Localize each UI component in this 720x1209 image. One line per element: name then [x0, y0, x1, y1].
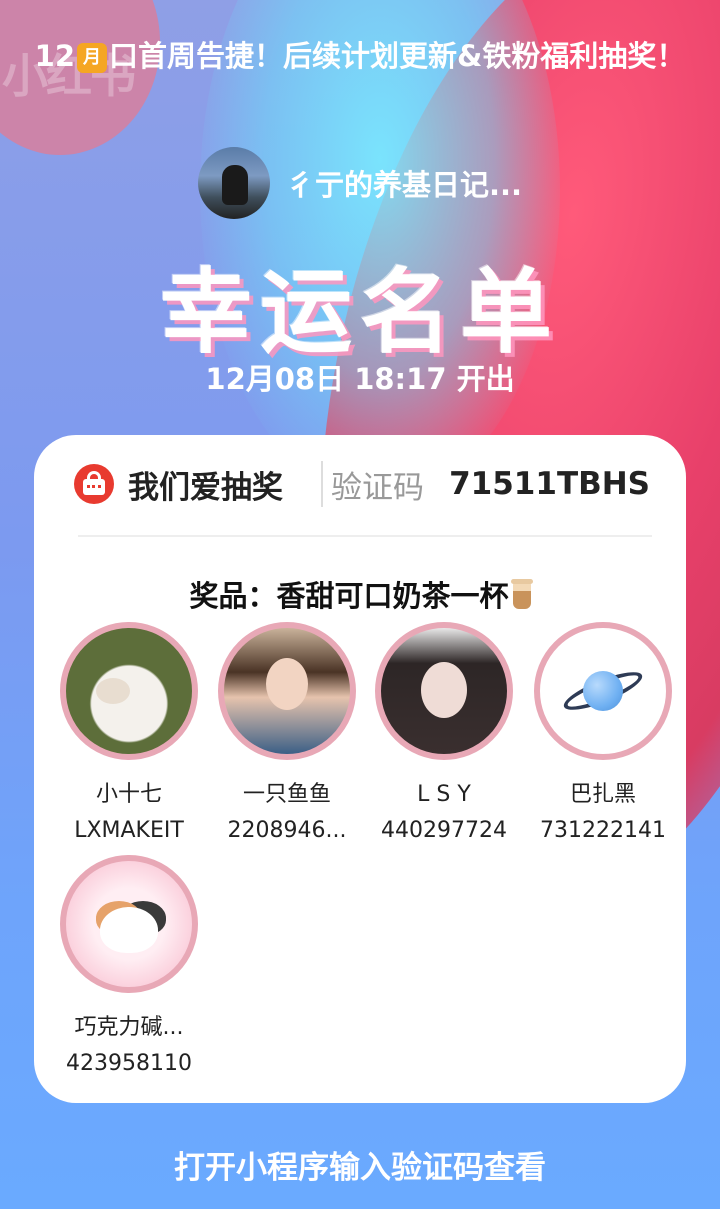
winner-item[interactable]: 一只鱼鱼 2208946... [212, 622, 362, 846]
verification-code: 71511TBHS [449, 466, 650, 502]
author-row[interactable]: 彳亍的养基日记... [198, 146, 522, 220]
winner-item[interactable]: 巴扎黑 731222141 [528, 622, 678, 846]
open-miniprogram-link[interactable]: 打开小程序输入验证码查看 [0, 1142, 720, 1187]
post-headline: 12 月口首周告捷！后续计划更新&铁粉福利抽奖！ [0, 32, 720, 80]
app-name: 我们爱抽奖 [128, 469, 283, 506]
winner-name: 巴扎黑 [569, 782, 636, 807]
winner-avatar[interactable] [534, 622, 672, 760]
headline-text: 口首周告捷！后续计划更新&铁粉福利抽奖！ [109, 39, 686, 73]
winner-item[interactable]: L S Y 440297724 [369, 622, 519, 846]
planet-icon [583, 671, 623, 711]
calendar-icon: 月 [77, 43, 108, 73]
winner-id: 423958110 [66, 1051, 192, 1076]
avatar[interactable] [198, 147, 270, 219]
winner-name: 小十七 [95, 782, 162, 807]
bubble-tea-icon [510, 579, 533, 609]
headline-prefix: 12 [34, 39, 76, 73]
winner-name: L S Y [417, 782, 471, 807]
winner-id: 2208946... [227, 818, 347, 843]
author-name[interactable]: 彳亍的养基日记... [286, 162, 522, 204]
draw-time: 12月08日 18:17 开出 [205, 362, 515, 396]
winner-id: 731222141 [540, 818, 666, 843]
banner-title: 幸运名单 [159, 259, 560, 366]
card-header: 我们爱抽奖 验证码 71511TBHS [74, 459, 650, 509]
winner-item[interactable]: 小十七 LXMAKEIT [54, 622, 204, 846]
winner-avatar[interactable] [60, 855, 198, 993]
divider [321, 461, 323, 507]
prize-label: 奖品：香甜可口奶茶一杯 [34, 573, 686, 615]
winner-id: LXMAKEIT [74, 818, 184, 843]
winner-avatar[interactable] [218, 622, 356, 760]
divider [78, 535, 652, 537]
winner-avatar[interactable] [60, 622, 198, 760]
winner-id: 440297724 [381, 818, 507, 843]
winner-name: 巧克力碱... [74, 1015, 184, 1040]
winner-item[interactable]: 巧克力碱... 423958110 [54, 855, 204, 1079]
gift-icon [74, 464, 114, 504]
winner-avatar[interactable] [375, 622, 513, 760]
result-card: 我们爱抽奖 验证码 71511TBHS 奖品：香甜可口奶茶一杯 小十七 LXMA… [34, 435, 686, 1103]
avatar-figure [222, 165, 248, 205]
code-label: 验证码 [331, 469, 424, 506]
prize-text: 奖品：香甜可口奶茶一杯 [189, 579, 509, 613]
winner-name: 一只鱼鱼 [242, 782, 331, 807]
